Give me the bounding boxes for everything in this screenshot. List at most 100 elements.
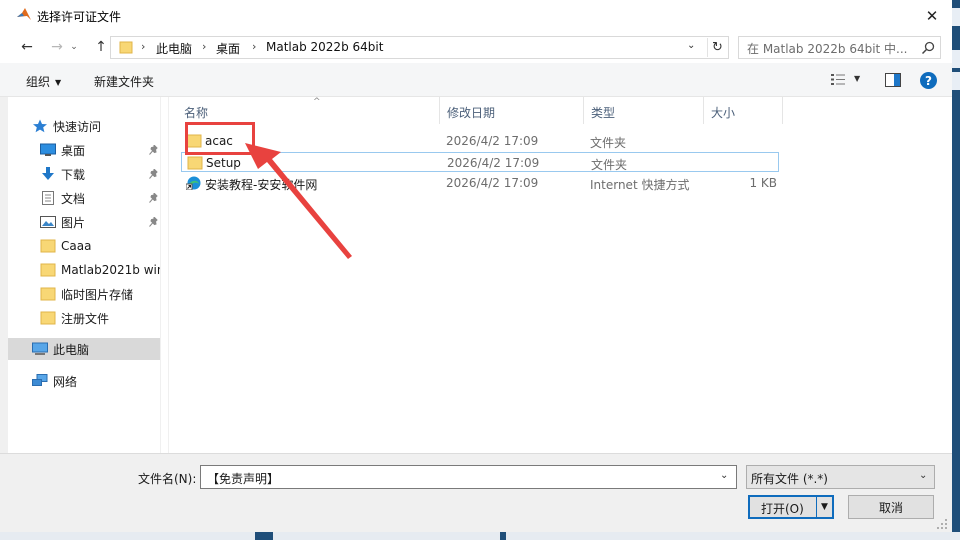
pin-icon[interactable] — [149, 193, 159, 203]
resize-grip-icon[interactable] — [936, 518, 948, 530]
navigation-pane-scrollbar[interactable] — [160, 97, 168, 453]
breadcrumb-separator: › — [141, 40, 146, 53]
chevron-down-icon: ⌄ — [919, 470, 928, 481]
pin-icon[interactable] — [149, 169, 159, 179]
sidebar-item-registration-files[interactable]: 注册文件 — [40, 307, 168, 329]
breadcrumb-separator: › — [252, 40, 257, 53]
title-bar: 选择许可证文件 ✕ — [0, 0, 952, 31]
file-list: 名称 ^ 修改日期 类型 大小 acac 2026/4/2 17:09 文件夹 … — [169, 97, 952, 453]
chevron-down-icon[interactable]: ⌄ — [720, 470, 728, 481]
filename-value: 【免责声明】 — [207, 472, 280, 486]
sidebar-item-label: 快速访问 — [53, 119, 102, 134]
caret-down-icon: ▼ — [55, 78, 62, 87]
sidebar-item-label: 桌面 — [61, 143, 86, 158]
file-open-dialog: 选择许可证文件 ✕ ← → ⌄ ↑ › 此电脑 › 桌面 › Matlab 20… — [0, 0, 952, 532]
new-folder-button[interactable]: 新建文件夹 — [94, 73, 154, 90]
file-date: 2026/4/2 17:09 — [446, 134, 539, 148]
picture-icon — [40, 216, 56, 228]
sort-ascending-icon: ^ — [313, 97, 321, 107]
network-icon — [32, 374, 48, 386]
window-title: 选择许可证文件 — [37, 10, 122, 24]
help-button[interactable]: ? — [920, 72, 937, 89]
close-button[interactable]: ✕ — [912, 0, 952, 31]
star-icon — [33, 119, 47, 133]
column-header-type[interactable]: 类型 — [584, 97, 704, 124]
background-window-edge — [952, 0, 960, 540]
address-bar[interactable]: › 此电脑 › 桌面 › Matlab 2022b 64bit ⌄ ↻ — [110, 36, 729, 59]
folder-icon — [40, 263, 56, 277]
cancel-button[interactable]: 取消 — [848, 495, 934, 519]
edge-shortcut-icon — [186, 176, 201, 190]
search-input[interactable]: 在 Matlab 2022b 64bit 中... — [738, 36, 941, 59]
file-type: Internet 快捷方式 — [590, 178, 690, 192]
sidebar-item-label: 注册文件 — [61, 311, 110, 326]
sidebar-item-label: 图片 — [61, 215, 86, 230]
view-caret-icon[interactable]: ▼ — [854, 74, 860, 83]
recent-locations-button[interactable]: ⌄ — [68, 37, 80, 57]
sidebar-item-label: 网络 — [53, 374, 78, 389]
sidebar-item-this-pc[interactable]: 此电脑 — [8, 338, 163, 360]
column-label: 类型 — [591, 106, 616, 120]
file-type-filter-select[interactable]: 所有文件 (*.*) ⌄ — [746, 465, 935, 489]
filter-value: 所有文件 (*.*) — [751, 472, 828, 486]
up-button[interactable]: ↑ — [90, 37, 112, 57]
desktop-icon — [40, 143, 56, 156]
sidebar-item-matlab2021b[interactable]: Matlab2021b win — [40, 259, 168, 281]
background-taskbar-edge — [0, 532, 960, 540]
sidebar-item-label: 下载 — [61, 167, 86, 182]
column-label: 大小 — [711, 106, 736, 120]
breadcrumb-separator: › — [202, 40, 207, 53]
column-header-name[interactable]: 名称 ^ — [177, 97, 440, 124]
navigation-bar: ← → ⌄ ↑ › 此电脑 › 桌面 › Matlab 2022b 64bit … — [0, 31, 952, 63]
sidebar-item-temp-images[interactable]: 临时图片存储 — [40, 283, 168, 305]
sidebar-item-quick-access[interactable]: 快速访问 — [32, 115, 168, 137]
file-name: 安装教程-安安软件网 — [205, 178, 318, 192]
column-header-size[interactable]: 大小 — [704, 97, 783, 124]
download-icon — [42, 167, 54, 180]
pin-icon[interactable] — [149, 217, 159, 227]
file-row-acac[interactable]: acac 2026/4/2 17:09 文件夹 — [181, 131, 779, 151]
folder-icon — [40, 311, 56, 325]
help-icon: ? — [925, 73, 932, 88]
file-type: 文件夹 — [591, 158, 628, 172]
address-history-chevron-icon[interactable]: ⌄ — [687, 40, 695, 51]
arrow-right-icon: → — [51, 39, 63, 55]
search-icon[interactable] — [921, 41, 935, 55]
sidebar-item-label: 文档 — [61, 191, 86, 206]
filename-input[interactable]: 【免责声明】 ⌄ — [200, 465, 737, 489]
search-placeholder: 在 Matlab 2022b 64bit 中... — [747, 42, 908, 56]
column-header-date[interactable]: 修改日期 — [440, 97, 584, 124]
open-options-dropdown[interactable]: ▼ — [816, 497, 832, 517]
command-bar: 组织 ▼ 新建文件夹 ▼ ? — [0, 63, 952, 97]
sidebar-item-label: 此电脑 — [53, 342, 90, 357]
column-label: 名称 — [184, 106, 209, 120]
organize-menu-button[interactable]: 组织 ▼ — [26, 73, 61, 90]
close-icon: ✕ — [925, 6, 939, 25]
arrow-up-icon: ↑ — [95, 39, 107, 55]
refresh-button[interactable]: ↻ — [707, 38, 727, 57]
sidebar-item-label: Caaa — [61, 239, 92, 253]
chevron-down-icon: ⌄ — [70, 42, 78, 52]
file-name: Setup — [206, 156, 241, 170]
file-size: 1 KB — [749, 176, 777, 190]
folder-icon — [40, 239, 56, 253]
preview-pane-icon[interactable] — [885, 73, 901, 87]
breadcrumb-this-pc[interactable]: 此电脑 — [156, 40, 192, 57]
breadcrumb-desktop[interactable]: 桌面 — [216, 40, 240, 57]
navigation-pane: 快速访问 桌面 下载 文档 图片 Caaa Matlab2021b win 临时… — [8, 97, 168, 453]
sidebar-item-label: 临时图片存储 — [61, 287, 134, 302]
sidebar-item-caaa[interactable]: Caaa — [40, 235, 168, 257]
view-options-icon[interactable] — [830, 73, 846, 86]
file-date: 2026/4/2 17:09 — [447, 156, 540, 170]
organize-label: 组织 — [26, 75, 51, 89]
open-button[interactable]: 打开(O) ▼ — [748, 495, 834, 519]
sidebar-item-network[interactable]: 网络 — [32, 370, 168, 392]
breadcrumb-matlab-folder[interactable]: Matlab 2022b 64bit — [266, 40, 383, 54]
back-button[interactable]: ← — [16, 37, 38, 57]
file-row-setup[interactable]: Setup 2026/4/2 17:09 文件夹 — [181, 152, 779, 172]
pin-icon[interactable] — [149, 145, 159, 155]
forward-button[interactable]: → — [46, 37, 68, 57]
folder-icon — [119, 41, 133, 54]
sidebar-item-label: Matlab2021b win — [61, 263, 165, 277]
file-row-shortcut[interactable]: 安装教程-安安软件网 2026/4/2 17:09 Internet 快捷方式 … — [181, 173, 779, 193]
